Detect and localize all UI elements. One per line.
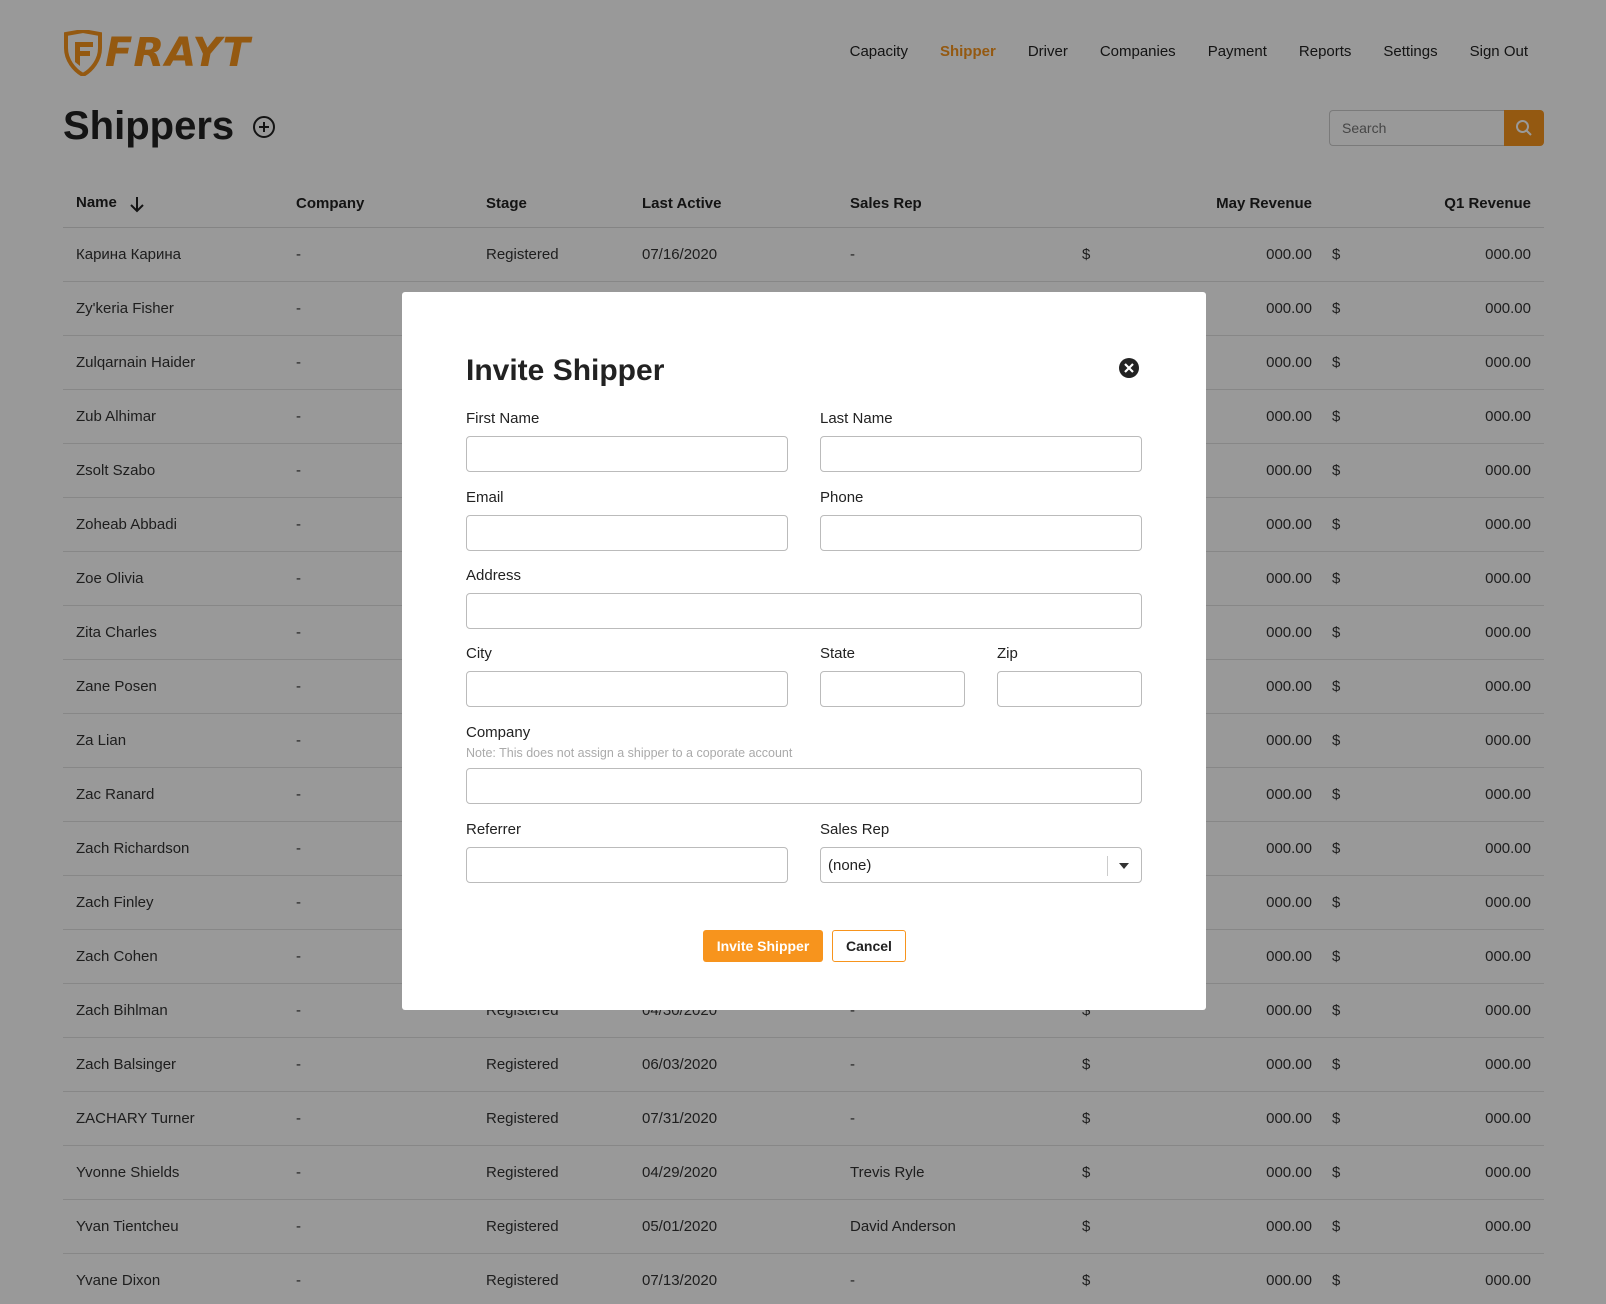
zip-label: Zip [997, 645, 1018, 662]
phone-label: Phone [820, 489, 864, 506]
company-note: Note: This does not assign a shipper to … [466, 746, 793, 760]
last-name-input[interactable] [820, 436, 1142, 472]
caret-down-icon[interactable] [1119, 863, 1129, 869]
city-label: City [466, 645, 492, 662]
shippers-page: FRAYT Capacity Shipper Driver Companies Paym… [0, 0, 1606, 1304]
close-icon[interactable] [1118, 357, 1140, 379]
email-label: Email [466, 489, 504, 506]
first-name-input[interactable] [466, 436, 788, 472]
zip-input[interactable] [997, 671, 1142, 707]
sales-rep-label: Sales Rep [820, 821, 890, 838]
company-label: Company [466, 724, 531, 741]
city-input[interactable] [466, 671, 788, 707]
select-divider [1107, 856, 1108, 876]
referrer-label: Referrer [466, 821, 522, 838]
company-input[interactable] [466, 768, 1142, 804]
invite-shipper-button[interactable]: Invite Shipper [703, 930, 823, 962]
invite-shipper-modal: Invite Shipper First Name Last Name Emai… [402, 292, 1206, 1010]
referrer-input[interactable] [466, 847, 788, 883]
email-input[interactable] [466, 515, 788, 551]
sales-rep-select[interactable]: (none) [820, 847, 1142, 883]
cancel-button[interactable]: Cancel [832, 930, 906, 962]
last-name-label: Last Name [820, 410, 893, 427]
address-label: Address [466, 567, 522, 584]
modal-title: Invite Shipper [466, 354, 665, 387]
first-name-label: First Name [466, 410, 540, 427]
state-input[interactable] [820, 671, 965, 707]
state-label: State [820, 645, 856, 662]
sales-rep-selected-value: (none) [828, 856, 872, 874]
phone-input[interactable] [820, 515, 1142, 551]
address-input[interactable] [466, 593, 1142, 629]
